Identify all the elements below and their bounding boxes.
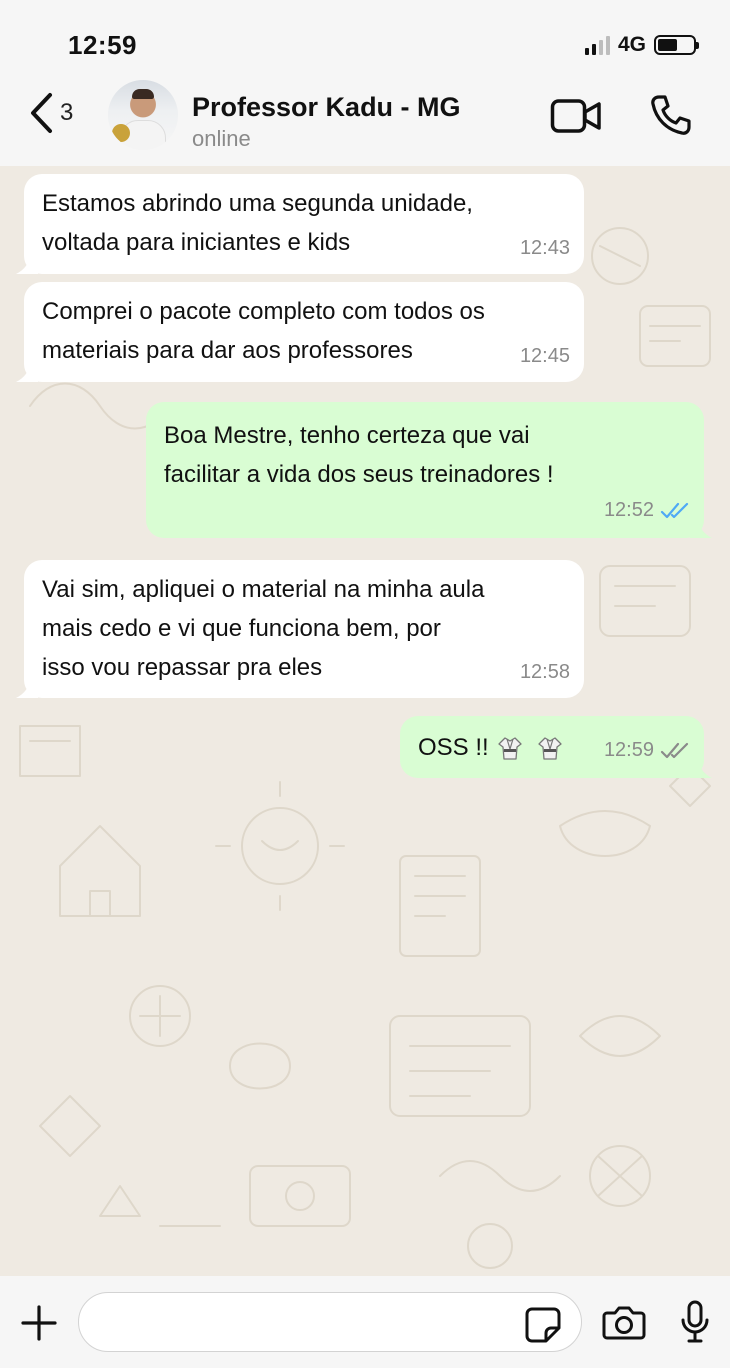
- message-text: Estamos abrindo uma segunda unidade, vol…: [42, 190, 473, 256]
- message-input-bar: [0, 1276, 730, 1368]
- message-time: 12:43: [519, 237, 570, 259]
- message-text: Comprei o pacote completo com todos os m…: [42, 298, 485, 364]
- chat-area[interactable]: Estamos abrindo uma segunda unidade, vol…: [0, 166, 730, 1276]
- camera-icon[interactable]: [602, 1304, 646, 1340]
- avatar[interactable]: [108, 80, 178, 150]
- network-type: 4G: [617, 33, 646, 56]
- contact-status: online: [192, 126, 251, 151]
- status-bar: 12:59 4G: [0, 0, 730, 80]
- message-outgoing[interactable]: OSS !! 12:59: [400, 716, 712, 778]
- message-incoming[interactable]: Comprei o pacote completo com todos os m…: [16, 282, 584, 382]
- chat-header: 3 Professor Kadu - MG online: [0, 72, 730, 166]
- message-time: 12:45: [519, 345, 570, 367]
- message-time: 12:52: [603, 499, 654, 521]
- message-text: Vai sim, apliquei o material na minha au…: [42, 576, 485, 681]
- back-button[interactable]: 3: [28, 92, 73, 134]
- read-double-check-icon: [660, 502, 689, 518]
- status-time: 12:59: [68, 30, 137, 60]
- signal-icon: [584, 35, 610, 55]
- martial-arts-uniform-icon: [498, 736, 522, 760]
- message-outgoing[interactable]: Boa Mestre, tenho certeza que vai facili…: [146, 402, 712, 538]
- unread-count: 3: [60, 99, 74, 126]
- plus-icon[interactable]: [20, 1304, 58, 1342]
- chevron-left-icon: [31, 93, 52, 133]
- delivered-double-check-icon: [660, 742, 689, 758]
- contact-name[interactable]: Professor Kadu - MG: [192, 92, 461, 123]
- sticker-icon[interactable]: [524, 1306, 562, 1344]
- message-incoming[interactable]: Estamos abrindo uma segunda unidade, vol…: [16, 174, 584, 274]
- microphone-icon[interactable]: [680, 1300, 710, 1344]
- message-time: 12:59: [603, 739, 654, 761]
- message-incoming[interactable]: Vai sim, apliquei o material na minha au…: [16, 560, 584, 698]
- message-text: Boa Mestre, tenho certeza que vai facili…: [164, 422, 554, 488]
- status-indicators: 4G: [584, 33, 699, 57]
- phone-call-icon[interactable]: [650, 94, 692, 136]
- message-time: 12:58: [519, 661, 570, 683]
- message-input[interactable]: [78, 1292, 582, 1352]
- battery-icon: [654, 35, 699, 55]
- battery-level: [658, 39, 677, 51]
- message-text: OSS !!: [418, 734, 489, 761]
- video-call-icon[interactable]: [550, 96, 602, 136]
- martial-arts-uniform-icon: [538, 736, 562, 760]
